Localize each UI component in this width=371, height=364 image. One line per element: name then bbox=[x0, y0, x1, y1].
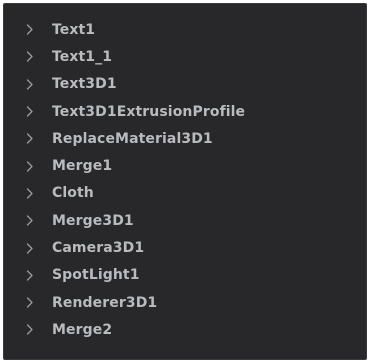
tree-item-renderer3d1[interactable]: Renderer3D1 bbox=[4, 289, 366, 316]
tree-item-label: Camera3D1 bbox=[52, 240, 145, 257]
tree-item-replacematerial3d1[interactable]: ReplaceMaterial3D1 bbox=[4, 125, 366, 152]
chevron-right-icon[interactable] bbox=[25, 268, 35, 282]
tree-item-label: SpotLight1 bbox=[52, 267, 140, 284]
chevron-right-icon[interactable] bbox=[25, 214, 35, 228]
tree-item-merge1[interactable]: Merge1 bbox=[4, 152, 366, 179]
tree-item-spotlight1[interactable]: SpotLight1 bbox=[4, 262, 366, 289]
tree-item-text3d1extrusionprofile[interactable]: Text3D1ExtrusionProfile bbox=[4, 98, 366, 125]
tree-item-text3d1[interactable]: Text3D1 bbox=[4, 71, 366, 98]
node-list: Text1 Text1_1 Text3D1 Text3D1ExtrusionPr… bbox=[4, 16, 366, 344]
tree-item-merge2[interactable]: Merge2 bbox=[4, 316, 366, 343]
tree-item-label: Text1 bbox=[52, 21, 96, 38]
tree-item-text1_1[interactable]: Text1_1 bbox=[4, 43, 366, 70]
chevron-right-icon[interactable] bbox=[25, 50, 35, 64]
node-tree-panel: Text1 Text1_1 Text3D1 Text3D1ExtrusionPr… bbox=[3, 3, 367, 360]
chevron-right-icon[interactable] bbox=[25, 241, 35, 255]
tree-item-text1[interactable]: Text1 bbox=[4, 16, 366, 43]
tree-item-label: Cloth bbox=[52, 185, 94, 202]
chevron-right-icon[interactable] bbox=[25, 23, 35, 37]
tree-item-label: Renderer3D1 bbox=[52, 294, 158, 311]
tree-item-label: Text3D1 bbox=[52, 76, 117, 93]
tree-item-label: Merge1 bbox=[52, 158, 113, 175]
tree-item-label: Merge2 bbox=[52, 321, 113, 338]
chevron-right-icon[interactable] bbox=[25, 323, 35, 337]
chevron-right-icon[interactable] bbox=[25, 186, 35, 200]
chevron-right-icon[interactable] bbox=[25, 105, 35, 119]
tree-item-label: Text3D1ExtrusionProfile bbox=[52, 103, 246, 120]
tree-item-label: Merge3D1 bbox=[52, 212, 134, 229]
chevron-right-icon[interactable] bbox=[25, 77, 35, 91]
tree-item-cloth[interactable]: Cloth bbox=[4, 180, 366, 207]
tree-item-label: ReplaceMaterial3D1 bbox=[52, 130, 213, 147]
chevron-right-icon[interactable] bbox=[25, 296, 35, 310]
tree-item-merge3d1[interactable]: Merge3D1 bbox=[4, 207, 366, 234]
tree-item-camera3d1[interactable]: Camera3D1 bbox=[4, 234, 366, 261]
chevron-right-icon[interactable] bbox=[25, 132, 35, 146]
tree-item-label: Text1_1 bbox=[52, 48, 113, 65]
chevron-right-icon[interactable] bbox=[25, 159, 35, 173]
